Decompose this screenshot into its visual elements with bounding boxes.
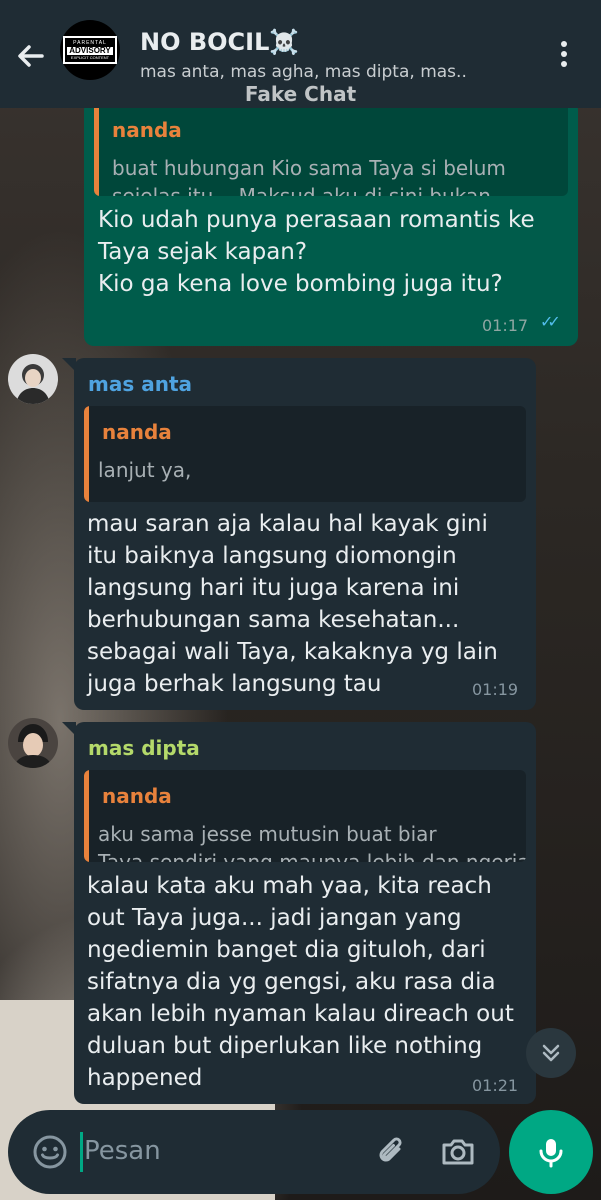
message-text: kalau kata aku mah yaa, kita reach out T… bbox=[87, 873, 514, 1091]
parental-advisory-logo: PARENTAL ADVISORY EXPLICIT CONTENT bbox=[63, 36, 117, 64]
avatar-mas-dipta[interactable] bbox=[8, 718, 58, 768]
incoming-message-dipta[interactable]: mas dipta nanda aku sama jesse mutusin b… bbox=[74, 722, 536, 1104]
message-time: 01:17 bbox=[482, 316, 529, 335]
quote-text-overflow: Taya sendiri yang maunya lebih dan ngerj… bbox=[98, 850, 526, 862]
quoted-reply[interactable]: nanda aku sama jesse mutusin buat biar T… bbox=[84, 770, 526, 862]
message-time: 01:19 bbox=[472, 680, 519, 699]
more-vert-icon[interactable] bbox=[552, 38, 576, 74]
attach-icon[interactable] bbox=[372, 1132, 412, 1172]
quoted-reply[interactable]: nanda buat hubungan Kio sama Taya si bel… bbox=[94, 100, 568, 196]
group-title[interactable]: NO BOCIL☠️ bbox=[140, 28, 299, 56]
chevron-double-down-icon bbox=[542, 1044, 560, 1062]
incoming-message-anta[interactable]: mas anta nanda lanjut ya, mau saran aja … bbox=[74, 358, 536, 710]
outgoing-message[interactable]: nanda buat hubungan Kio sama Taya si bel… bbox=[84, 100, 578, 346]
quote-text: buat hubungan Kio sama Taya si belum bbox=[112, 156, 506, 180]
mic-icon bbox=[539, 1139, 563, 1168]
text-cursor bbox=[80, 1132, 83, 1172]
back-arrow-icon[interactable] bbox=[10, 36, 50, 76]
sender-name[interactable]: mas anta bbox=[88, 372, 192, 396]
group-avatar[interactable]: PARENTAL ADVISORY EXPLICIT CONTENT bbox=[60, 20, 120, 80]
quoted-reply[interactable]: nanda lanjut ya, bbox=[84, 406, 526, 502]
sender-name[interactable]: mas dipta bbox=[88, 736, 200, 760]
message-composer[interactable]: Pesan bbox=[8, 1110, 500, 1194]
message-time: 01:21 bbox=[472, 1076, 519, 1095]
message-text: mau saran aja kalau hal kayak gini itu b… bbox=[87, 511, 498, 697]
quote-text: lanjut ya, bbox=[98, 458, 192, 482]
group-members[interactable]: mas anta, mas agha, mas dipta, mas.. bbox=[140, 62, 467, 82]
quote-text: aku sama jesse mutusin buat biar bbox=[98, 822, 437, 846]
quote-text-overflow: sejelas itu... Maksud aku di sini bukan bbox=[112, 184, 491, 196]
quote-author: nanda bbox=[102, 784, 172, 808]
fake-chat-watermark: Fake Chat bbox=[244, 82, 357, 106]
message-input[interactable]: Pesan bbox=[84, 1136, 161, 1166]
emoji-icon[interactable] bbox=[32, 1134, 68, 1170]
quote-author: nanda bbox=[102, 420, 172, 444]
message-text: Kio udah punya perasaan romantis ke Taya… bbox=[98, 207, 535, 297]
camera-icon[interactable] bbox=[438, 1132, 478, 1172]
scroll-to-bottom-button[interactable] bbox=[526, 1028, 576, 1078]
quote-author: nanda bbox=[112, 118, 182, 142]
avatar-mas-anta[interactable] bbox=[8, 354, 58, 404]
double-check-icon: ✓✓ bbox=[540, 312, 561, 331]
mic-button[interactable] bbox=[509, 1110, 593, 1194]
